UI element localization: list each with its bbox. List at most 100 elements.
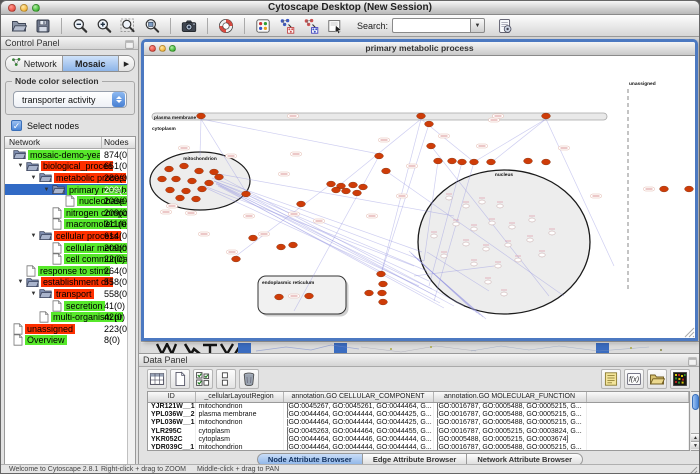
vizmapper-icon[interactable]	[253, 16, 273, 36]
tree-item-mosaic-demo-yeast[interactable]: mosaic-demo-yeast874(0)	[5, 149, 127, 161]
network-node[interactable]	[542, 113, 551, 119]
network-node[interactable]	[182, 188, 191, 194]
tree-item-unassigned[interactable]: unassigned223(0)	[5, 323, 127, 335]
network-node[interactable]	[349, 182, 358, 188]
network-node[interactable]	[327, 181, 336, 187]
tab-mosaic[interactable]: Mosaic	[63, 56, 120, 71]
network-node[interactable]	[188, 178, 197, 184]
network-node[interactable]	[232, 256, 241, 262]
expand-arrow-icon[interactable]: ▼	[15, 163, 26, 169]
expand-arrow-icon[interactable]: ▼	[28, 175, 39, 181]
network-edge[interactable]	[201, 119, 379, 154]
network-node[interactable]	[660, 186, 669, 192]
scroll-down-icon[interactable]: ▼	[691, 441, 700, 449]
save-icon[interactable]	[33, 16, 53, 36]
scroll-up-icon[interactable]: ▲	[691, 433, 700, 441]
network-node[interactable]	[342, 188, 351, 194]
tree-item-primary-metabo[interactable]: ▼primary metabo209(...	[5, 184, 127, 196]
canvas-resize-grip[interactable]	[685, 328, 694, 337]
network-node[interactable]	[215, 174, 224, 180]
report-icon[interactable]	[495, 16, 515, 36]
network-node[interactable]	[685, 186, 694, 192]
expand-arrow-icon[interactable]: ▼	[28, 291, 39, 297]
tree-item-nucleobase-[interactable]: nucleobase-209(0)	[5, 195, 127, 207]
network-node[interactable]	[458, 159, 467, 165]
tree-item-nitrogen-compo[interactable]: nitrogen compo209(0)	[5, 207, 127, 219]
region-plasma-membrane[interactable]	[152, 113, 607, 120]
network-node[interactable]	[375, 153, 384, 159]
network-node[interactable]	[417, 113, 426, 119]
network-edge[interactable]	[200, 119, 201, 156]
network-edge[interactable]	[206, 188, 419, 286]
network-node[interactable]	[277, 244, 286, 250]
float-icon[interactable]	[124, 38, 135, 49]
network-node[interactable]	[242, 191, 251, 197]
network-node[interactable]	[379, 281, 388, 287]
column-header[interactable]: annotation.GO CELLULAR_COMPONENT	[283, 392, 433, 402]
network-edge[interactable]	[341, 119, 421, 184]
dropdown-stepper-icon[interactable]	[112, 92, 125, 107]
tree-item-cell-communicat[interactable]: cell communicat22(0)	[5, 253, 127, 265]
table-row[interactable]: YLR295Ccytoplasm[GO:0045263, GO:0044464,…	[148, 427, 689, 435]
expand-arrow-icon[interactable]: ▼	[28, 233, 39, 239]
network-node[interactable]	[172, 176, 181, 182]
tree-item-transport[interactable]: ▼transport558(0)	[5, 288, 127, 300]
network-node[interactable]	[524, 158, 533, 164]
column-header[interactable]: ID	[148, 392, 195, 402]
network-node[interactable]	[542, 159, 551, 165]
network-node[interactable]	[332, 187, 341, 193]
network-node[interactable]	[197, 113, 206, 119]
import-attributes-icon[interactable]	[647, 369, 667, 389]
network-node[interactable]	[448, 158, 457, 164]
network-node[interactable]	[379, 299, 388, 305]
attribute-table[interactable]: ID_cellularLayoutRegionannotation.GO CEL…	[147, 391, 690, 451]
tree-item-multi-organism-pro[interactable]: multi-organism pro42(0)	[5, 311, 127, 323]
network-window-titlebar[interactable]: primary metabolic process	[144, 42, 695, 56]
network-node[interactable]	[289, 242, 298, 248]
network-node[interactable]	[165, 166, 174, 172]
tree-scrollbar[interactable]	[127, 149, 135, 466]
network-node[interactable]	[305, 293, 314, 299]
new-attribute-icon[interactable]	[170, 369, 190, 389]
heatmap-icon[interactable]	[670, 369, 690, 389]
table-row[interactable]: YJR121W__1mitochondrion[GO:0045267, GO:0…	[148, 402, 689, 410]
table-row[interactable]: YPL036W__2plasma membrane[GO:0044464, GO…	[148, 410, 689, 418]
table-scrollbar[interactable]: ▲ ▼	[691, 391, 700, 451]
network-node[interactable]	[192, 196, 201, 202]
table-row[interactable]: YKR052Ccytoplasm[GO:0044464, GO:0044446,…	[148, 435, 689, 443]
network-node[interactable]	[275, 294, 284, 300]
network-node[interactable]	[176, 195, 185, 201]
select-nodes-checkbox[interactable]: ✓	[11, 120, 22, 131]
tree-item-biological-process[interactable]: ▼biological_process651(0)	[5, 161, 127, 173]
table-mode-icon[interactable]	[147, 369, 167, 389]
help-lifering-icon[interactable]	[216, 16, 236, 36]
zoom-selected-icon[interactable]	[142, 16, 162, 36]
network-node[interactable]	[378, 290, 387, 296]
table-row[interactable]: YPL036W__1mitochondrion[GO:0044464, GO:0…	[148, 419, 689, 427]
network-node[interactable]	[470, 159, 479, 165]
tree-item-response-to-stimulu[interactable]: response to stimulu264(0)	[5, 265, 127, 277]
float-icon[interactable]	[687, 355, 698, 366]
network-node[interactable]	[359, 184, 368, 190]
node-color-dropdown[interactable]: transporter activity	[13, 91, 127, 108]
tree-column-nodes[interactable]: Nodes	[102, 137, 135, 148]
network-node[interactable]	[249, 235, 258, 241]
tree-item-cellular-metabo[interactable]: cellular metabo209(0)	[5, 242, 127, 254]
column-header[interactable]: _cellularLayoutRegion	[195, 392, 283, 402]
resize-grip-icon[interactable]	[688, 466, 698, 474]
unselect-attributes-icon[interactable]	[216, 369, 236, 389]
network-canvas[interactable]: plasma membranecytoplasmmitochondrionnuc…	[144, 56, 695, 338]
zoom-fit-icon[interactable]	[118, 16, 138, 36]
expand-arrow-icon[interactable]: ▼	[41, 187, 52, 193]
tree-column-network[interactable]: Network	[5, 137, 102, 148]
tree-item-establishment-of-lo[interactable]: ▼establishment of lo558(0)	[5, 277, 127, 289]
network-node[interactable]	[180, 163, 189, 169]
search-input[interactable]	[392, 18, 470, 33]
network-export-icon[interactable]	[301, 16, 321, 36]
tab-network[interactable]: Network	[6, 56, 63, 71]
network-node[interactable]	[205, 180, 214, 186]
network-edge[interactable]	[492, 119, 546, 162]
tree-item-metabolic-process[interactable]: ▼metabolic process280(0)	[5, 172, 127, 184]
network-node[interactable]	[195, 168, 204, 174]
network-node[interactable]	[210, 169, 219, 175]
